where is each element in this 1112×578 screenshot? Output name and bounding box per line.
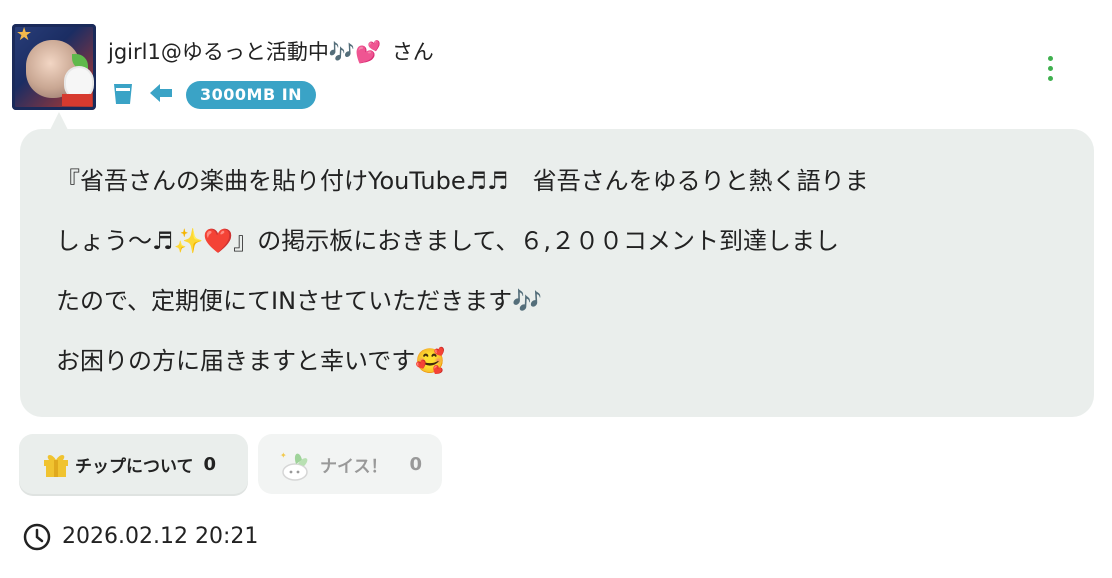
post-body-line: たので、定期便にてINさせていただきます🎶: [56, 287, 542, 315]
bubble-tail: [50, 112, 68, 130]
post-body-line: 『省吾さんの楽曲を貼り付けYouTube♬♬ 省吾さんをゆるりと熱く語りま: [56, 167, 869, 195]
honorific-text: さん: [391, 40, 434, 64]
nice-button[interactable]: ✦ ナイス！ 0: [258, 434, 442, 494]
post-body-line: しょう〜♬✨❤️』の掲示板におきまして、６,２００コメント到達しまし: [56, 227, 839, 255]
nice-label: ナイス！: [320, 456, 388, 477]
gift-icon: [44, 455, 68, 477]
tip-button[interactable]: チップについて 0: [19, 434, 248, 494]
tip-label: チップについて: [75, 456, 194, 477]
glass-icon: [114, 84, 132, 104]
post-author[interactable]: jgirl1@ゆるっと活動中🎶💕 さん: [108, 38, 434, 66]
svg-text:✦: ✦: [280, 451, 287, 460]
clock-icon: [23, 523, 51, 551]
ribbon-decoration-icon: [62, 94, 92, 106]
mb-transfer-badge: 3000MB IN: [186, 81, 317, 109]
tip-count: 0: [203, 453, 217, 475]
user-avatar[interactable]: ★: [12, 24, 96, 110]
nice-count: 0: [409, 453, 423, 475]
radish-mascot-icon: ✦: [280, 451, 308, 481]
post-body-line: お困りの方に届きますと幸いです🥰: [56, 347, 446, 375]
arrow-left-icon: [150, 84, 172, 102]
star-decoration-icon: ★: [16, 24, 33, 45]
post-timestamp: 2026.02.12 20:21: [62, 524, 259, 549]
username-text[interactable]: jgirl1@ゆるっと活動中🎶💕: [108, 40, 381, 64]
post-body: 『省吾さんの楽曲を貼り付けYouTube♬♬ 省吾さんをゆるりと熱く語りま しょ…: [20, 129, 1094, 417]
kebab-menu-icon[interactable]: [1040, 56, 1060, 86]
